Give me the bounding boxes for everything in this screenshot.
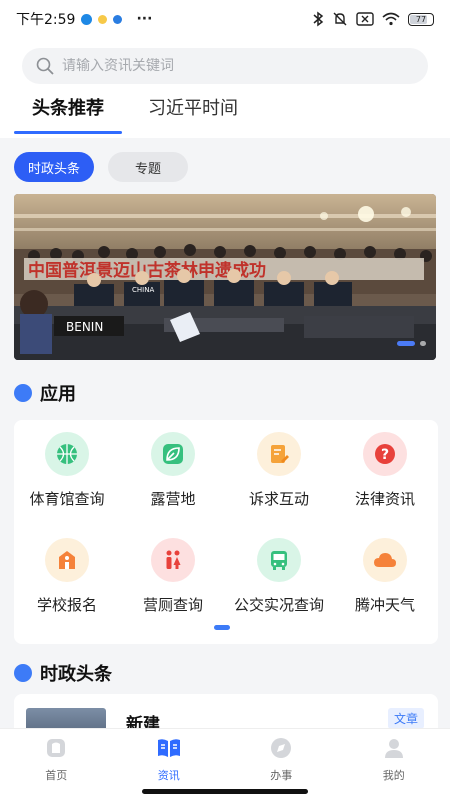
chip-special-topic[interactable]: 专题	[108, 152, 188, 182]
app-restroom-query[interactable]: 营厕查询	[120, 534, 226, 634]
chip-politics-headline[interactable]: 时政头条	[14, 152, 94, 182]
apps-page-indicator	[214, 625, 230, 630]
bluetooth-icon	[313, 11, 324, 27]
more-notifications-icon: ···	[136, 11, 153, 27]
apps-title: 应用	[40, 384, 76, 405]
basketball-icon	[45, 432, 89, 476]
status-time: 下午2:59	[16, 12, 76, 28]
question-icon: ?	[363, 432, 407, 476]
status-bar: 下午2:59 ··· 77	[0, 0, 450, 38]
app-label: 公交实况查询	[233, 596, 324, 614]
search-input[interactable]	[62, 58, 402, 74]
banner-image: 中国普洱景迈山古茶林申遗成功 BENIN CHINA	[14, 194, 436, 360]
search-icon	[36, 57, 54, 75]
home-icon	[43, 735, 69, 761]
category-chips: 时政头条 专题	[14, 152, 188, 182]
desk-label: BENIN	[66, 320, 103, 334]
news-type-badge: 文章	[387, 708, 424, 729]
news-title: 时政头条	[40, 664, 112, 685]
mute-icon	[333, 12, 347, 26]
svg-text:?: ?	[381, 447, 389, 463]
apps-grid: 体育馆查询 露营地 诉求互动 ? 法律资讯 学校报名 营厕查询 公交实况查询 腾…	[14, 428, 438, 634]
tab-headline-recommend[interactable]: 头条推荐	[14, 94, 122, 134]
cloud-icon	[363, 538, 407, 582]
banner-pager	[397, 341, 426, 346]
nav-label: 办事	[270, 769, 293, 782]
app-label: 体育馆查询	[29, 490, 105, 508]
nav-mine[interactable]: 我的	[338, 729, 450, 800]
app-label: 学校报名	[36, 596, 97, 614]
search-bar[interactable]	[22, 48, 428, 84]
section-dot-icon	[14, 664, 32, 682]
restroom-icon	[151, 538, 195, 582]
app-bus-live[interactable]: 公交实况查询	[226, 534, 332, 634]
home-indicator[interactable]	[142, 789, 308, 794]
app-campsite[interactable]: 露营地	[120, 428, 226, 528]
nav-label: 我的	[382, 769, 405, 782]
header: 头条推荐 习近平时间	[0, 38, 450, 138]
bus-icon	[257, 538, 301, 582]
app-notification-icon	[81, 13, 93, 25]
app-appeal-interaction[interactable]: 诉求互动	[226, 428, 332, 528]
compass-icon	[268, 735, 294, 761]
banner-carousel[interactable]: 中国普洱景迈山古茶林申遗成功 BENIN CHINA	[14, 194, 436, 360]
app-label: 腾冲天气	[354, 596, 415, 614]
app-label: 露营地	[150, 490, 196, 508]
leaf-icon	[151, 432, 195, 476]
section-dot-icon	[14, 384, 32, 402]
news-section-title: 时政头条	[14, 660, 112, 686]
apps-section-title: 应用	[14, 380, 76, 406]
nav-label: 首页	[45, 769, 68, 782]
wifi-icon	[382, 12, 400, 26]
app-label: 法律资讯	[354, 490, 415, 508]
sim-card-icon	[356, 12, 374, 26]
battery-icon: 77	[408, 12, 434, 26]
app-gym-query[interactable]: 体育馆查询	[14, 428, 120, 528]
news-icon	[156, 735, 182, 761]
flag-label: CHINA	[132, 286, 154, 294]
app-label: 营厕查询	[142, 596, 203, 614]
app-label: 诉求互动	[248, 490, 309, 508]
user-icon	[381, 735, 407, 761]
app-notification-icon	[98, 14, 108, 24]
apps-card: 体育馆查询 露营地 诉求互动 ? 法律资讯 学校报名 营厕查询 公交实况查询 腾…	[14, 420, 438, 644]
banner-page-dot[interactable]	[397, 341, 415, 346]
nav-home[interactable]: 首页	[0, 729, 113, 800]
battery-level: 77	[415, 14, 427, 24]
nav-label: 资讯	[157, 769, 180, 782]
app-school-enroll[interactable]: 学校报名	[14, 534, 120, 634]
tab-bar: 头条推荐 习近平时间	[14, 94, 256, 134]
document-edit-icon	[257, 432, 301, 476]
app-legal-info[interactable]: ? 法律资讯	[332, 428, 438, 528]
app-tengchong-weather[interactable]: 腾冲天气	[332, 534, 438, 634]
app-notification-icon	[113, 14, 123, 24]
banner-page-dot[interactable]	[420, 341, 426, 346]
school-icon	[45, 538, 89, 582]
tab-xi-time[interactable]: 习近平时间	[148, 94, 256, 130]
